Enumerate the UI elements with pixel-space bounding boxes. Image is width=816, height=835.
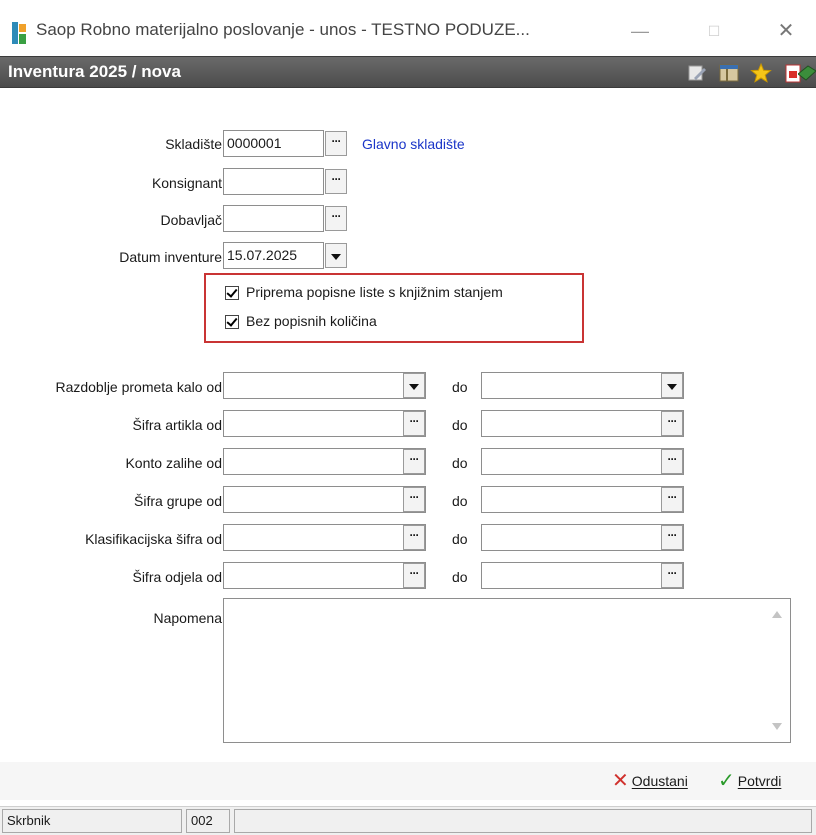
napomena-label: Napomena [153,610,223,626]
range-from-lookup-button[interactable]: ··· [403,411,425,436]
skladiste-name-link[interactable]: Glavno skladište [362,136,465,152]
range-to-lookup-button[interactable]: ··· [661,449,683,474]
range-from-lookup-button[interactable]: ··· [403,449,425,474]
range-from-field[interactable] [223,486,426,513]
range-from-field[interactable] [223,372,426,399]
window-titlebar: Saop Robno materijalno poslovanje - unos… [0,0,816,56]
konsignant-label: Konsignant [151,175,222,191]
range-to-field[interactable] [481,524,684,551]
datum-inventure-field[interactable]: 15.07.2025 [223,242,324,269]
do-label: do [452,455,468,471]
range-label: Šifra artikla od [132,417,222,433]
skladiste-field[interactable]: 0000001 [223,130,324,157]
confirm-button-label: Potvrdi [737,773,782,789]
do-label: do [452,417,468,433]
checkmark-icon: ✓ [718,770,735,792]
dobavljac-lookup-button[interactable]: ··· [325,206,347,231]
range-to-field[interactable] [481,372,684,399]
napomena-textarea[interactable] [223,598,791,743]
do-label: do [452,379,468,395]
range-from-lookup-button[interactable]: ··· [403,563,425,588]
cancel-button-label: Odustani [631,773,688,789]
columns-icon[interactable] [718,62,740,84]
minimize-button[interactable]: — [620,16,660,46]
form-title: Inventura 2025 / nova [8,62,181,81]
range-to-lookup-button[interactable]: ··· [661,411,683,436]
status-extra [234,809,812,833]
range-to-lookup-button[interactable]: ··· [661,525,683,550]
range-label: Šifra odjela od [132,569,222,585]
datum-inventure-label: Datum inventure [119,249,222,265]
close-x-icon: ✕ [612,770,629,792]
action-bar [0,762,816,800]
confirm-button[interactable]: ✓ Potvrdi [718,770,782,792]
status-bar: Skrbnik 002 [0,806,816,835]
range-to-dropdown-button[interactable] [661,373,683,398]
range-label: Razdoblje prometa kalo od [55,379,222,395]
range-to-field[interactable] [481,448,684,475]
cancel-button[interactable]: ✕ Odustani [612,770,688,792]
do-label: do [452,569,468,585]
scroll-down-arrow-icon[interactable] [772,723,782,730]
datum-dropdown-button[interactable] [325,243,347,268]
range-to-field[interactable] [481,562,684,589]
bez-popisnih-checkbox-label: Bez popisnih količina [246,313,377,329]
star-icon[interactable] [750,62,772,84]
do-label: do [452,531,468,547]
range-from-field[interactable] [223,562,426,589]
konsignant-field[interactable] [223,168,324,195]
range-to-field[interactable] [481,410,684,437]
close-window-button[interactable]: ✕ [766,16,806,46]
range-from-field[interactable] [223,410,426,437]
range-label: Klasifikacijska šifra od [85,531,222,547]
range-to-lookup-button[interactable]: ··· [661,487,683,512]
maximize-button[interactable]: ☐ [694,16,734,46]
skladiste-lookup-button[interactable]: ··· [325,131,347,156]
dobavljac-field[interactable] [223,205,324,232]
app-icon [12,22,26,44]
range-label: Šifra grupe od [134,493,222,509]
status-user: Skrbnik [2,809,182,833]
konsignant-lookup-button[interactable]: ··· [325,169,347,194]
range-to-field[interactable] [481,486,684,513]
range-from-field[interactable] [223,524,426,551]
range-from-field[interactable] [223,448,426,475]
status-code: 002 [186,809,230,833]
range-from-lookup-button[interactable]: ··· [403,525,425,550]
window-title: Saop Robno materijalno poslovanje - unos… [36,20,530,39]
priprema-checkbox[interactable] [225,286,239,300]
bez-popisnih-checkbox[interactable] [225,315,239,329]
dobavljac-label: Dobavljač [160,212,222,228]
range-from-dropdown-button[interactable] [403,373,425,398]
range-to-lookup-button[interactable]: ··· [661,563,683,588]
do-label: do [452,493,468,509]
skladiste-label: Skladište [165,136,222,152]
range-label: Konto zalihe od [125,455,222,471]
scroll-up-arrow-icon[interactable] [772,611,782,618]
priprema-checkbox-label: Priprema popisne liste s knjižnim stanje… [246,284,503,300]
edit-icon[interactable] [686,62,708,84]
range-from-lookup-button[interactable]: ··· [403,487,425,512]
form-header: Inventura 2025 / nova [0,56,816,88]
book-icon[interactable] [798,62,816,84]
